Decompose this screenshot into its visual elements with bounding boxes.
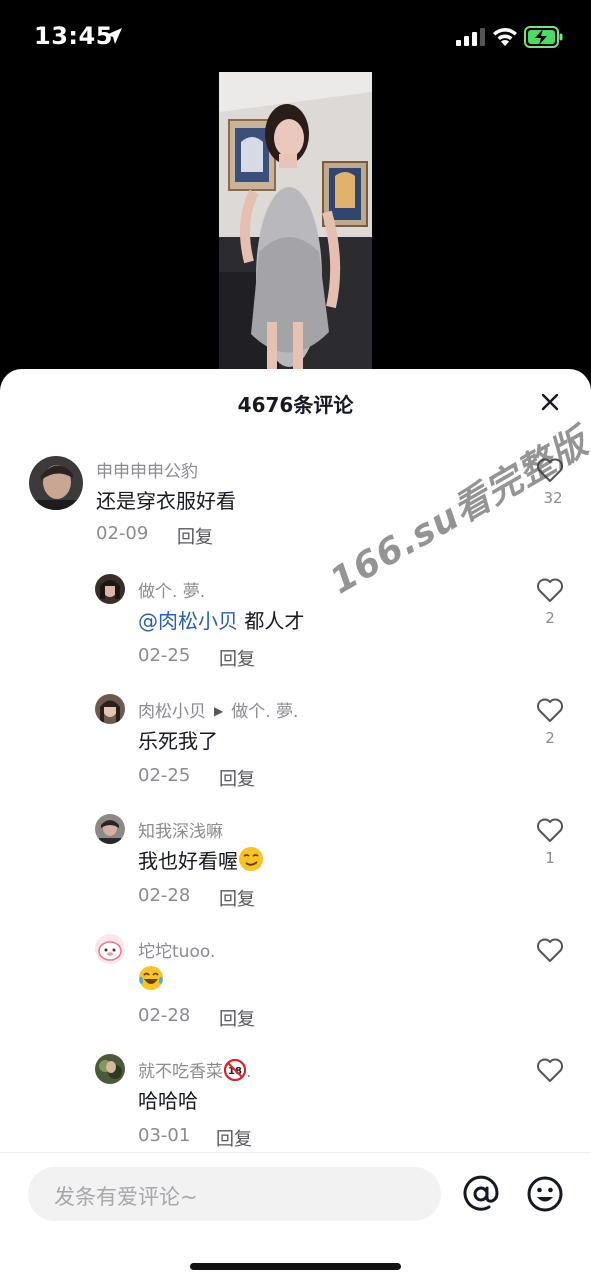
- video-thumbnail[interactable]: [219, 72, 372, 370]
- comment-username-suffix: .: [246, 1062, 252, 1082]
- reply-button[interactable]: 回复: [177, 523, 213, 549]
- comment-text: @肉松小贝 都人才: [138, 605, 304, 634]
- avatar[interactable]: [95, 1054, 125, 1084]
- comment-username[interactable]: 就不吃香菜: [138, 1062, 223, 1082]
- comment-username[interactable]: 做个. 夢.: [138, 577, 205, 602]
- avatar[interactable]: [95, 934, 125, 964]
- heart-icon[interactable]: [536, 1057, 564, 1083]
- comment-text: 还是穿衣服好看: [96, 489, 236, 513]
- location-arrow-icon: [106, 28, 122, 44]
- comment-username[interactable]: 肉松小贝: [138, 702, 206, 722]
- avatar-image: [95, 1054, 125, 1084]
- avatar-image: [95, 694, 125, 724]
- close-icon: [541, 393, 559, 411]
- comment-date: 02-25: [138, 765, 191, 786]
- comment-text-line: [138, 965, 164, 992]
- emoji-picker-icon[interactable]: [526, 1175, 564, 1213]
- comment-username-line: 肉松小贝 ▶ 做个. 夢.: [138, 697, 298, 722]
- comment-input-placeholder: 发条有爱评论~: [54, 1185, 198, 1209]
- like-count: 1: [545, 849, 555, 867]
- comment-text: 哈哈哈: [138, 1089, 198, 1113]
- close-button[interactable]: [532, 384, 568, 420]
- reply-button[interactable]: 回复: [216, 1125, 252, 1151]
- avatar-image: [95, 574, 125, 604]
- comment-username[interactable]: 知我深浅嘛: [138, 817, 223, 842]
- avatar[interactable]: [29, 456, 83, 510]
- no-under-18-emoji-icon: 18: [224, 1059, 246, 1081]
- avatar-image: [29, 456, 83, 510]
- reply-comment-item[interactable]: 知我深浅嘛 我也好看喔 02-28 回复 1: [0, 809, 591, 919]
- at-mention-icon[interactable]: [462, 1175, 500, 1213]
- reply-comment-item[interactable]: 做个. 夢. @肉松小贝 都人才 02-25 回复 2: [0, 569, 591, 679]
- avatar[interactable]: [95, 694, 125, 724]
- comment-date: 03-01: [138, 1125, 191, 1146]
- status-bar: 13:45: [0, 0, 591, 72]
- status-time: 13:45: [34, 22, 113, 50]
- comment-date: 02-28: [138, 885, 191, 906]
- smirk-emoji-icon: [239, 847, 263, 871]
- avatar[interactable]: [95, 574, 125, 604]
- comments-count-title: 4676条评论: [237, 393, 354, 417]
- video-player[interactable]: [0, 72, 591, 372]
- heart-icon[interactable]: [536, 817, 564, 843]
- wifi-icon: [493, 28, 517, 46]
- comment-text: 乐死我了: [138, 729, 218, 753]
- reply-comment-item[interactable]: 就不吃香菜 18 . 哈哈哈 03-01 回复: [0, 1049, 591, 1159]
- avatar-image: [95, 814, 125, 844]
- comment-date: 02-25: [138, 645, 191, 666]
- comment-username[interactable]: 坨坨tuoo.: [138, 937, 215, 962]
- like-count: 32: [543, 489, 563, 507]
- like-count: 2: [545, 609, 555, 627]
- reply-comment-item[interactable]: 肉松小贝 ▶ 做个. 夢. 乐死我了 02-25 回复 2: [0, 689, 591, 799]
- tears-of-joy-emoji-icon: [139, 966, 163, 990]
- avatar[interactable]: [95, 814, 125, 844]
- video-frame-illustration: [219, 72, 372, 370]
- reply-button[interactable]: 回复: [219, 765, 255, 791]
- comment-input-bar: 发条有爱评论~: [0, 1152, 591, 1280]
- comment-text-line: 我也好看喔: [138, 845, 264, 874]
- heart-icon[interactable]: [536, 697, 564, 723]
- heart-icon[interactable]: [536, 577, 564, 603]
- reply-button[interactable]: 回复: [219, 885, 255, 911]
- comment-text-body: 都人才: [238, 609, 305, 633]
- cellular-signal-icon: [456, 28, 485, 46]
- comment-input[interactable]: 发条有爱评论~: [28, 1167, 441, 1221]
- reply-comment-item[interactable]: 坨坨tuoo. 02-28 回复: [0, 929, 591, 1039]
- like-count: 2: [545, 729, 555, 747]
- comment-date: 02-28: [138, 1005, 191, 1026]
- reply-button[interactable]: 回复: [219, 1005, 255, 1031]
- comment-date: 02-09: [96, 523, 149, 544]
- heart-icon[interactable]: [536, 937, 564, 963]
- avatar-image: [95, 934, 125, 964]
- comment-text: 我也好看喔: [138, 849, 238, 873]
- home-indicator[interactable]: [190, 1263, 401, 1270]
- reply-button[interactable]: 回复: [219, 645, 255, 671]
- comment-username[interactable]: 申申申申公豹: [96, 457, 198, 482]
- mention-link[interactable]: @肉松小贝: [138, 609, 238, 633]
- battery-charging-icon: [524, 26, 563, 48]
- reply-to-username[interactable]: 做个. 夢.: [231, 702, 298, 722]
- reply-arrow-icon: ▶: [214, 704, 224, 718]
- comment-username-line: 就不吃香菜 18 .: [138, 1057, 251, 1082]
